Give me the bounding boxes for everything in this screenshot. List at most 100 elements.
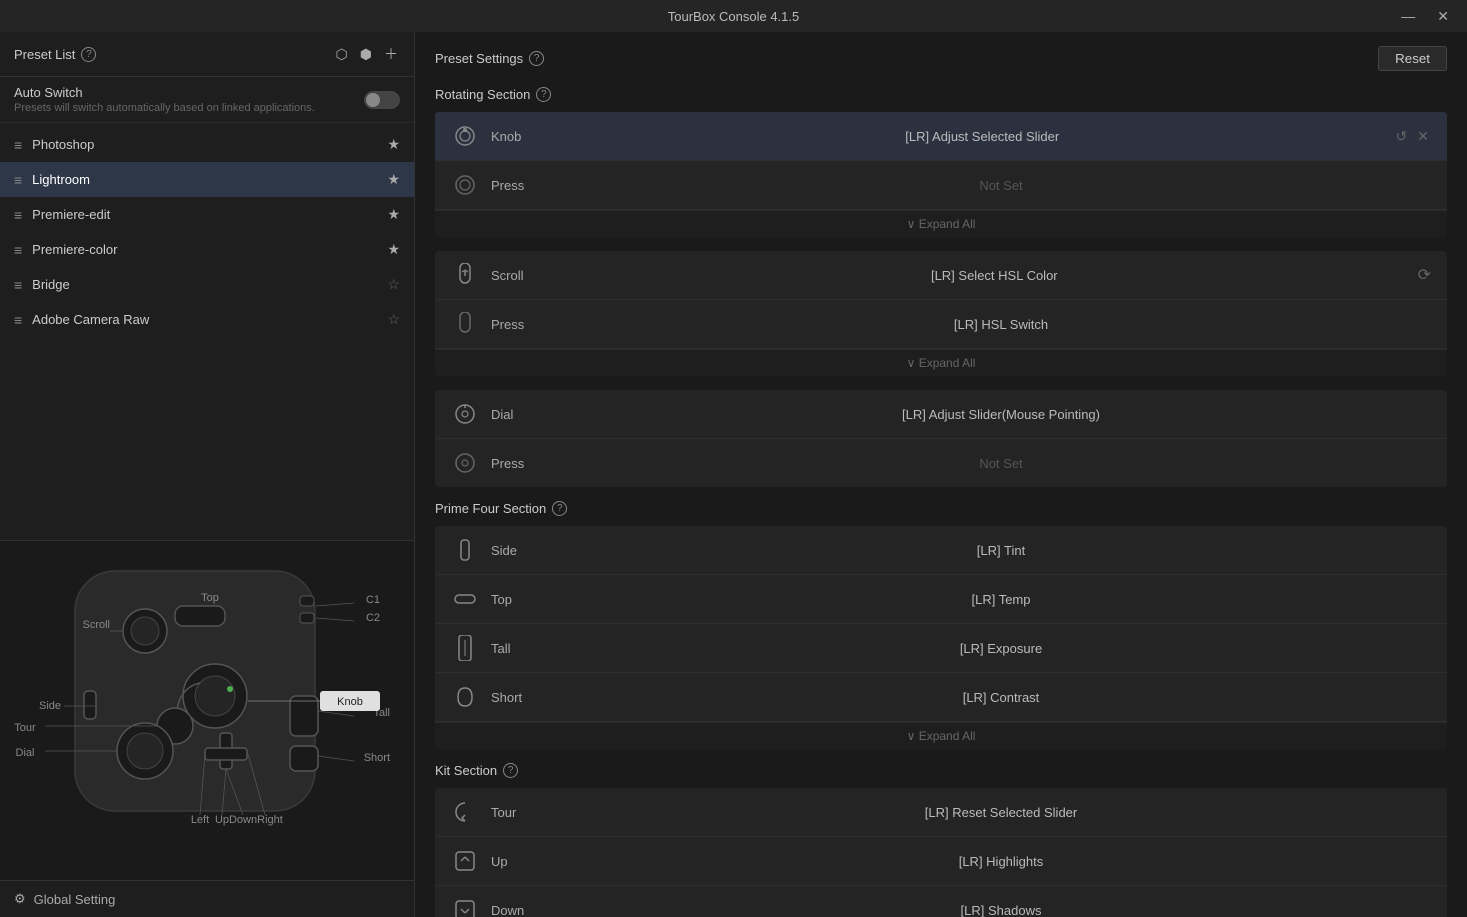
auto-switch-label: Auto Switch [14,85,315,100]
tour-icon [451,798,479,826]
svg-text:Up: Up [215,814,229,826]
dial-press-label: Press [491,456,571,471]
dial-press-icon [451,449,479,477]
import-button[interactable]: ⬢ [358,44,374,65]
svg-text:C2: C2 [366,612,380,624]
preset-list-header: Preset List ? ⬡ ⬢ ＋ [0,32,414,77]
scroll-expand-all[interactable]: ∨ Expand All [435,349,1447,376]
short-icon [451,683,479,711]
rotating-section-help[interactable]: ? [536,87,551,102]
section-kit-header: Kit Section ? [435,763,1447,778]
tall-label: Tall [491,641,571,656]
preset-item-premiere-color[interactable]: ≡ Premiere-color ★ [0,232,414,267]
scroll-icon [451,261,479,289]
preset-settings-title: Preset Settings ? [435,51,544,66]
tall-value: [LR] Exposure [571,641,1431,656]
svg-text:Tour: Tour [14,722,36,734]
tour-row[interactable]: Tour [LR] Reset Selected Slider [435,788,1447,837]
down-label: Down [491,903,571,917]
short-row[interactable]: Short [LR] Contrast [435,673,1447,722]
dial-value: [LR] Adjust Slider(Mouse Pointing) [571,407,1431,422]
scroll-value: [LR] Select HSL Color [571,268,1418,283]
short-value: [LR] Contrast [571,690,1431,705]
prime-four-expand-all[interactable]: ∨ Expand All [435,722,1447,749]
prime-four-group: Side [LR] Tint Top [LR] Temp Tall [LR] E… [435,526,1447,749]
knob-press-row[interactable]: Press Not Set [435,161,1447,210]
preset-item-lightroom[interactable]: ≡ Lightroom ★ [0,162,414,197]
preset-settings-help-icon[interactable]: ? [529,51,544,66]
star-icon[interactable]: ★ [387,241,400,258]
left-panel: Preset List ? ⬡ ⬢ ＋ Auto Switch Presets … [0,32,415,917]
star-icon[interactable]: ★ [387,206,400,223]
preset-list-label: Preset List [14,47,75,62]
preset-name: Bridge [32,277,387,292]
down-row[interactable]: Down [LR] Shadows [435,886,1447,917]
auto-switch-row: Auto Switch Presets will switch automati… [0,77,414,123]
menu-icon: ≡ [14,277,22,293]
svg-text:Dial: Dial [16,747,35,759]
device-diagram: tb [0,541,414,851]
tall-row[interactable]: Tall [LR] Exposure [435,624,1447,673]
preset-name: Premiere-color [32,242,387,257]
side-label: Side [491,543,571,558]
preset-settings-label: Preset Settings [435,51,523,66]
dial-group: Dial [LR] Adjust Slider(Mouse Pointing) … [435,390,1447,487]
up-value: [LR] Highlights [571,854,1431,869]
dial-press-row[interactable]: Press Not Set [435,439,1447,487]
titlebar: TourBox Console 4.1.5 — ✕ [0,0,1467,32]
add-preset-button[interactable]: ＋ [382,42,400,66]
up-row[interactable]: Up [LR] Highlights [435,837,1447,886]
scroll-press-label: Press [491,317,571,332]
scroll-press-value: [LR] HSL Switch [571,317,1431,332]
scroll-label: Scroll [491,268,571,283]
rotating-section-title: Rotating Section [435,87,530,102]
scroll-row[interactable]: Scroll [LR] Select HSL Color ⟳ [435,251,1447,300]
scroll-spinner: ⟳ [1418,265,1431,285]
top-row[interactable]: Top [LR] Temp [435,575,1447,624]
kit-group: Tour [LR] Reset Selected Slider Up [LR] … [435,788,1447,917]
preset-item-acr[interactable]: ≡ Adobe Camera Raw ☆ [0,302,414,337]
minimize-button[interactable]: — [1395,6,1421,27]
menu-icon: ≡ [14,312,22,328]
preset-list-help-icon[interactable]: ? [81,47,96,62]
star-icon[interactable]: ☆ [387,311,400,328]
expand-chevron: ∨ [907,356,916,370]
short-label: Short [491,690,571,705]
tour-value: [LR] Reset Selected Slider [571,805,1431,820]
section-rotating-header: Rotating Section ? [435,87,1447,102]
menu-icon: ≡ [14,242,22,258]
star-icon[interactable]: ☆ [387,276,400,293]
knob-row[interactable]: Knob [LR] Adjust Selected Slider ↺ ✕ [435,112,1447,161]
star-icon[interactable]: ★ [387,171,400,188]
knob-icon [451,122,479,150]
preset-item-photoshop[interactable]: ≡ Photoshop ★ [0,127,414,162]
reset-button[interactable]: Reset [1378,46,1447,71]
settings-icon: ⚙ [14,891,26,907]
scroll-group: Scroll [LR] Select HSL Color ⟳ Press [LR… [435,251,1447,376]
svg-text:Top: Top [201,592,219,604]
preset-settings-header: Preset Settings ? Reset [435,46,1447,71]
menu-icon: ≡ [14,172,22,188]
prime-four-help[interactable]: ? [552,501,567,516]
export-button[interactable]: ⬡ [334,44,350,65]
knob-expand-all[interactable]: ∨ Expand All [435,210,1447,237]
global-setting[interactable]: ⚙ Global Setting [0,880,414,917]
close-button[interactable]: ✕ [1431,6,1455,27]
menu-icon: ≡ [14,137,22,153]
scroll-press-row[interactable]: Press [LR] HSL Switch [435,300,1447,349]
scroll-actions: ⟳ [1418,265,1431,285]
knob-reset-btn[interactable]: ↺ [1394,126,1410,147]
dial-row[interactable]: Dial [LR] Adjust Slider(Mouse Pointing) [435,390,1447,439]
global-setting-label: Global Setting [34,892,116,907]
star-icon[interactable]: ★ [387,136,400,153]
preset-item-premiere-edit[interactable]: ≡ Premiere-edit ★ [0,197,414,232]
expand-chevron: ∨ [907,729,916,743]
knob-actions: ↺ ✕ [1394,126,1431,147]
down-value: [LR] Shadows [571,903,1431,917]
svg-text:Short: Short [364,752,390,764]
kit-section-help[interactable]: ? [503,763,518,778]
auto-switch-toggle[interactable] [364,91,400,109]
preset-item-bridge[interactable]: ≡ Bridge ☆ [0,267,414,302]
side-row[interactable]: Side [LR] Tint [435,526,1447,575]
knob-close-btn[interactable]: ✕ [1415,126,1431,147]
